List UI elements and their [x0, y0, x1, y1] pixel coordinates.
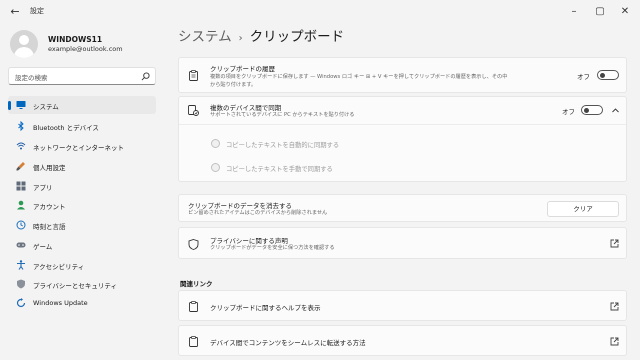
profile-email: example@outlook.com: [48, 45, 123, 53]
toggle-state-label: オフ: [562, 108, 575, 116]
sidebar-item-time-language[interactable]: 時刻と言語: [8, 216, 156, 234]
account-icon: [16, 200, 26, 210]
sidebar-item-gaming[interactable]: ゲーム: [8, 236, 156, 254]
sidebar-item-label: ネットワークとインターネット: [33, 144, 124, 152]
sidebar-item-system[interactable]: システム: [8, 96, 156, 114]
manual-sync-radio[interactable]: [211, 163, 220, 172]
sidebar-item-windows-update[interactable]: Windows Update: [8, 294, 156, 312]
sidebar-item-label: Windows Update: [33, 299, 88, 307]
sidebar-item-accessibility[interactable]: アクセシビリティ: [8, 256, 156, 274]
related-link-transfer[interactable]: デバイス間でコンテンツをシームレスに転送する方法: [178, 325, 627, 356]
window-title: 設定: [30, 7, 44, 15]
external-link-icon: [610, 337, 619, 346]
clear-button[interactable]: クリア: [547, 201, 619, 217]
sidebar-item-label: 個人用設定: [33, 164, 66, 172]
external-link-icon: [610, 302, 619, 311]
chevron-up-icon[interactable]: [611, 106, 620, 115]
sidebar-item-label: プライバシーとセキュリティ: [33, 282, 117, 290]
sidebar-item-label: Bluetooth とデバイス: [33, 124, 99, 132]
breadcrumb[interactable]: システム: [178, 29, 232, 45]
sidebar-item-label: システム: [33, 103, 59, 111]
related-links-heading: 関連リンク: [180, 280, 213, 288]
search-icon[interactable]: [141, 72, 150, 81]
sidebar-item-label: 時刻と言語: [33, 223, 66, 231]
globe-clock-icon: [16, 220, 26, 230]
gamepad-icon: [16, 240, 26, 250]
related-link-label: クリップボードに関するヘルプを表示: [210, 304, 321, 312]
sidebar-item-label: アクセシビリティ: [33, 263, 85, 271]
sidebar-item-privacy-security[interactable]: プライバシーとセキュリティ: [8, 275, 156, 293]
sidebar-item-label: アカウント: [33, 203, 66, 211]
privacy-desc: クリップボードがデータを安全に保つ方法を確認する: [210, 245, 335, 251]
clear-desc: ピン留めされたアイテムはこのデバイスから削除されません: [188, 210, 328, 216]
active-indicator: [8, 101, 11, 110]
avatar[interactable]: [10, 30, 38, 58]
clipboard-history-desc: 複数の項目をクリップボードに保存します — Windows ロゴ キー ⊞ + …: [210, 74, 508, 80]
page-heading: クリップボード: [249, 29, 345, 45]
related-link-help[interactable]: クリップボードに関するヘルプを表示: [178, 290, 627, 321]
clipboard-icon: [188, 301, 199, 312]
breadcrumb-separator: ›: [238, 33, 243, 44]
shield-icon: [16, 279, 26, 289]
sidebar-item-network[interactable]: ネットワークとインターネット: [8, 137, 156, 155]
clipboard-history-title: クリップボードの履歴: [210, 65, 275, 73]
divider: [179, 124, 626, 125]
close-icon[interactable]: ✕: [617, 4, 633, 20]
back-arrow-icon[interactable]: ←: [8, 5, 22, 19]
sidebar-item-bluetooth[interactable]: Bluetooth とデバイス: [8, 117, 156, 135]
sidebar-item-personalization[interactable]: 個人用設定: [8, 157, 156, 175]
clipboard-history-toggle[interactable]: [597, 70, 619, 80]
auto-sync-label: コピーしたテキストを自動的に同期する: [226, 142, 340, 149]
title-bar: ← 設定 – ▢ ✕: [0, 0, 640, 24]
brush-icon: [16, 161, 26, 171]
network-icon: [16, 141, 26, 151]
sidebar-item-accounts[interactable]: アカウント: [8, 196, 156, 214]
sync-toggle[interactable]: [581, 105, 603, 115]
clipboard-history-desc-2: から貼り付けます。: [210, 82, 257, 88]
clipboard-icon: [188, 336, 199, 347]
search-placeholder: 設定の検索: [15, 74, 48, 82]
bluetooth-icon: [16, 121, 26, 131]
clipboard-icon: [188, 70, 199, 81]
auto-sync-radio[interactable]: [211, 139, 220, 148]
shield-icon: [188, 239, 199, 250]
monitor-icon: [16, 100, 26, 110]
external-link-icon: [610, 239, 619, 248]
sidebar-item-label: アプリ: [33, 184, 53, 192]
profile-name: WINDOWS11: [48, 35, 103, 44]
manual-sync-label: コピーしたテキストを手動で同期する: [226, 166, 333, 173]
devices-icon: [188, 105, 199, 116]
privacy-card[interactable]: プライバシーに関する声明 クリップボードがデータを安全に保つ方法を確認する: [178, 227, 627, 259]
update-icon: [16, 298, 26, 308]
sidebar-item-apps[interactable]: アプリ: [8, 177, 156, 195]
apps-icon: [16, 181, 26, 191]
accessibility-icon: [16, 260, 26, 270]
related-link-label: デバイス間でコンテンツをシームレスに転送する方法: [210, 339, 366, 347]
clipboard-history-card: クリップボードの履歴 複数の項目をクリップボードに保存します — Windows…: [178, 57, 627, 93]
minimize-icon[interactable]: –: [566, 4, 582, 20]
page-title: システム › クリップボード: [178, 25, 344, 45]
sync-card: 複数のデバイス間で同期 サポートされているデバイスに PC からテキストを貼り付…: [178, 96, 627, 182]
clear-card: クリップボードのデータを消去する ピン留めされたアイテムはこのデバイスから削除さ…: [178, 194, 627, 222]
sidebar-item-label: ゲーム: [33, 243, 53, 251]
toggle-state-label: オフ: [577, 73, 590, 81]
sync-desc: サポートされているデバイスに PC からテキストを貼り付ける: [210, 112, 355, 118]
search-input[interactable]: 設定の検索: [8, 67, 156, 85]
maximize-icon[interactable]: ▢: [592, 4, 608, 20]
